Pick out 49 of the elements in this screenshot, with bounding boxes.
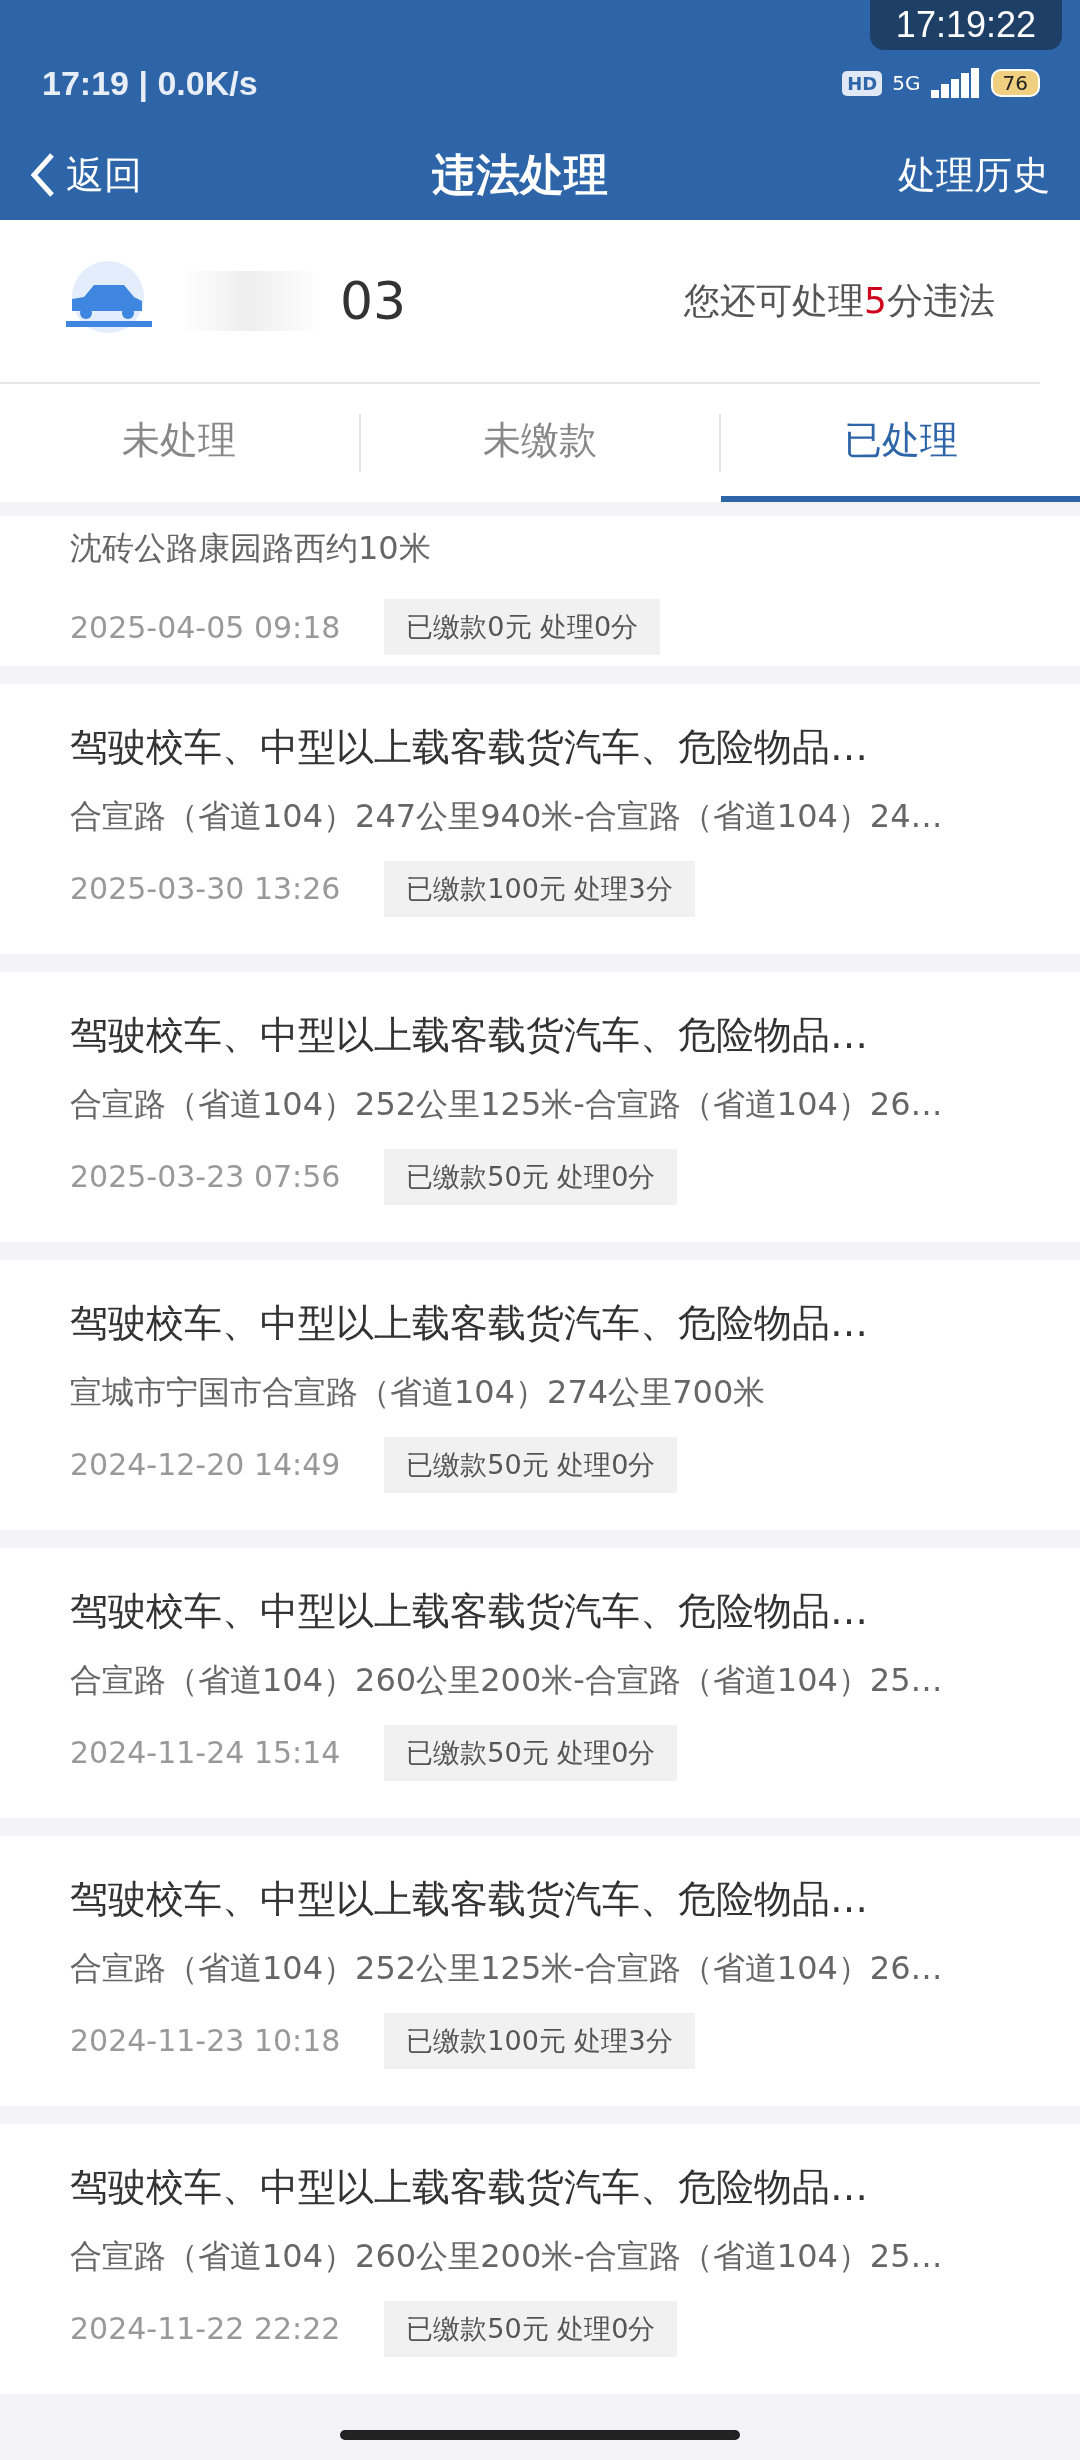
status-tag: 已缴款50元 处理0分 — [384, 1148, 678, 1205]
status-tag: 已缴款100元 处理3分 — [384, 2012, 695, 2069]
violation-location: 合宣路（省道104）260公里200米-合宣路（省道104）25… — [70, 2235, 944, 2277]
violation-card[interactable]: 驾驶校车、中型以上载客载货汽车、危险物品… 合宣路（省道104）260公里200米-合宣路（省道104）25… 2024-11-22 22:22 已缴款50元 处理0分 — [0, 2124, 1080, 2394]
plate-number: 03 — [340, 271, 407, 331]
points-remaining: 您还可处理5分违法 — [684, 278, 995, 323]
violation-title: 驾驶校车、中型以上载客载货汽车、危险物品… — [70, 1299, 869, 1347]
violation-title: 驾驶校车、中型以上载客载货汽车、危险物品… — [70, 1875, 869, 1923]
network-label: 5G — [892, 71, 921, 95]
violation-title: 驾驶校车、中型以上载客载货汽车、危险物品… — [70, 2163, 869, 2211]
signal-icon — [930, 68, 981, 98]
violation-location: 沈砖公路康园路西约10米 — [70, 528, 432, 569]
violation-location: 合宣路（省道104）247公里940米-合宣路（省道104）24… — [70, 795, 944, 837]
violation-card[interactable]: 驾驶校车、中型以上载客载货汽车、危险物品… 宣城市宁国市合宣路（省道104）274公里700米 2024-12-20 14:49 已缴款50元 处理0分 — [0, 1260, 1080, 1530]
hd-badge: HD — [842, 70, 883, 96]
status-tag: 已缴款0元 处理0分 — [384, 599, 661, 655]
violation-date: 2024-11-24 15:14 — [70, 1735, 341, 1770]
violation-location: 合宣路（省道104）252公里125米-合宣路（省道104）26… — [70, 1947, 944, 1989]
violation-location: 合宣路（省道104）260公里200米-合宣路（省道104）25… — [70, 1659, 944, 1701]
violation-date: 2025-03-30 13:26 — [70, 871, 341, 906]
overlay-clock: 17:19:22 — [869, 0, 1062, 50]
history-link[interactable]: 处理历史 — [898, 149, 1050, 201]
status-tag: 已缴款50元 处理0分 — [384, 1724, 678, 1781]
violation-title: 驾驶校车、中型以上载客载货汽车、危险物品… — [70, 1587, 869, 1635]
violation-location: 合宣路（省道104）252公里125米-合宣路（省道104）26… — [70, 1083, 944, 1125]
tab[interactable]: 未处理 — [0, 384, 359, 502]
violation-title: 驾驶校车、中型以上载客载货汽车、危险物品… — [70, 1011, 869, 1059]
violation-card[interactable]: 驾驶校车、中型以上载客载货汽车、危险物品… 合宣路（省道104）252公里125米-合宣路（省道104）26… 2025-03-23 07:56 已缴款50元 处理0分 — [0, 972, 1080, 1242]
violation-location: 宣城市宁国市合宣路（省道104）274公里700米 — [70, 1371, 767, 1413]
violation-card[interactable]: 沈砖公路康园路西约10米 2025-04-05 09:18 已缴款0元 处理0分 — [0, 516, 1080, 666]
battery-icon: 76 — [990, 69, 1040, 97]
violation-date: 2024-11-23 10:18 — [70, 2023, 341, 2058]
tab[interactable]: 未缴款 — [360, 384, 720, 502]
status-time: 17:19 | 0.0K/s — [42, 63, 258, 103]
status-tag: 已缴款100元 处理3分 — [384, 860, 695, 917]
violation-date: 2024-12-20 14:49 — [70, 1447, 341, 1482]
violation-date: 2024-11-22 22:22 — [70, 2311, 341, 2346]
violation-date: 2025-04-05 09:18 — [70, 609, 341, 645]
violation-card[interactable]: 驾驶校车、中型以上载客载货汽车、危险物品… 合宣路（省道104）247公里940米-合宣路（省道104）24… 2025-03-30 13:26 已缴款100元 处理3分 — [0, 684, 1080, 954]
status-tag: 已缴款50元 处理0分 — [384, 2300, 678, 2357]
violation-date: 2025-03-23 07:56 — [70, 1159, 341, 1194]
violation-card[interactable]: 驾驶校车、中型以上载客载货汽车、危险物品… 合宣路（省道104）260公里200米-合宣路（省道104）25… 2024-11-24 15:14 已缴款50元 处理0分 — [0, 1548, 1080, 1818]
tab[interactable]: 已处理 — [721, 384, 1080, 502]
page-title: 违法处理 — [432, 147, 608, 202]
violation-card[interactable]: 驾驶校车、中型以上载客载货汽车、危险物品… 合宣路（省道104）252公里125米-合宣路（省道104）26… 2024-11-23 10:18 已缴款100元 处理3分 — [0, 1836, 1080, 2106]
violation-title: 驾驶校车、中型以上载客载货汽车、危险物品… — [70, 723, 869, 771]
status-tag: 已缴款50元 处理0分 — [384, 1436, 678, 1493]
chevron-left-icon — [30, 152, 56, 198]
back-button[interactable]: 返回 — [30, 149, 142, 201]
